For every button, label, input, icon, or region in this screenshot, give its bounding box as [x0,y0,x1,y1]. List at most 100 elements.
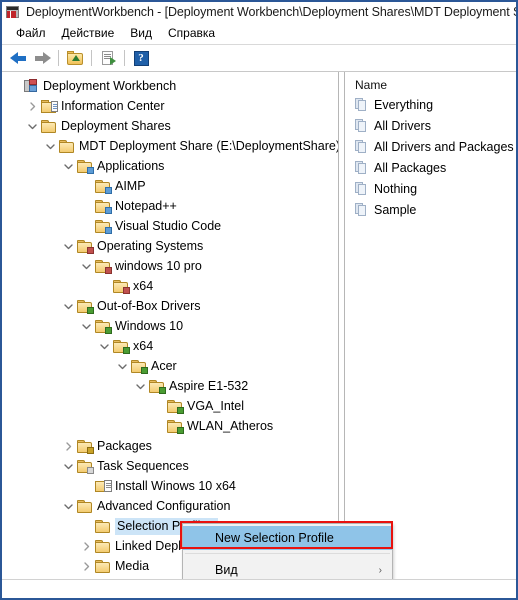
folder-driver-icon [167,419,184,434]
title-bar: DeploymentWorkbench - [Deployment Workbe… [2,2,516,22]
toolbar-separator [91,50,92,66]
list-item-label: Nothing [374,181,418,196]
tree-node[interactable]: x64 [2,336,338,356]
tree-node-label: Task Sequences [97,459,189,473]
folder-apps-icon [77,159,94,174]
tree-expander-expanded[interactable] [132,382,148,391]
tree-expander-collapsed[interactable] [60,441,76,451]
context-menu[interactable]: New Selection ProfileВид›ОбновитьЭкспорт… [182,523,393,579]
folder-icon [95,559,111,573]
menu-item-action[interactable]: Действие [54,24,123,42]
folder-icon [95,539,111,553]
selection-profile-icon [354,140,368,153]
list-item[interactable]: All Drivers and Packages [345,136,516,157]
tree-expander-expanded[interactable] [60,462,76,471]
console-tree[interactable]: Deployment Workbench Information Center De… [2,72,338,579]
menu-item-help[interactable]: Справка [160,24,223,42]
tree-node-label: Operating Systems [97,239,204,253]
tree-node[interactable]: Advanced Configuration [2,496,338,516]
tree-node[interactable]: Applications [2,156,338,176]
status-bar [2,579,516,598]
tree-expander-expanded[interactable] [42,142,58,151]
list-item-label: All Packages [374,160,447,175]
tree-expander-expanded[interactable] [78,322,94,331]
tree-node[interactable]: Install Winows 10 x64 [2,476,338,496]
tree-expander-expanded[interactable] [24,122,40,131]
tree-expander-expanded[interactable] [60,302,76,311]
tree-node[interactable]: x64 [2,276,338,296]
list-item[interactable]: Everything [345,94,516,115]
tree-node[interactable]: AIMP [2,176,338,196]
context-menu-item[interactable]: New Selection Profile [183,526,392,550]
tree-expander-expanded[interactable] [96,342,112,351]
tree-expander-expanded[interactable] [60,502,76,511]
results-pane[interactable]: Name Everything All Drivers All Drivers an… [345,72,516,579]
tree-node[interactable]: Visual Studio Code [2,216,338,236]
pane-splitter[interactable] [338,72,345,579]
toolbar: ? [2,45,516,72]
tree-node[interactable]: Out-of-Box Drivers [2,296,338,316]
tree-node[interactable]: Aspire E1-532 [2,376,338,396]
forward-button[interactable] [30,47,54,69]
selection-profile-icon [354,119,368,132]
tree-node-label: Out-of-Box Drivers [97,299,201,313]
selection-profile-icon [354,161,368,174]
tree-node[interactable]: Packages [2,436,338,456]
folder-package-icon [77,439,94,454]
arrow-right-icon [34,51,51,65]
tree-node[interactable]: Windows 10 [2,316,338,336]
folder-icon [95,519,111,533]
folder-driver-icon [131,359,148,374]
tree-node-label: Advanced Configuration [97,499,231,513]
column-header-name[interactable]: Name [345,76,516,94]
tree-node[interactable]: Notepad++ [2,196,338,216]
selection-profile-icon [354,203,368,216]
folder-os-icon [113,279,130,294]
tree-expander-collapsed[interactable] [78,561,94,571]
export-list-button[interactable] [96,47,120,69]
back-button[interactable] [6,47,30,69]
tree-node-label: Media [115,559,150,573]
folder-driver-icon [149,379,166,394]
folder-os-icon [77,239,94,254]
tree-node-label: Aspire E1-532 [169,379,249,393]
help-icon: ? [133,50,149,66]
tree-expander-collapsed[interactable] [24,101,40,111]
up-one-level-button[interactable] [63,47,87,69]
tree-expander-collapsed[interactable] [78,541,94,551]
tree-node[interactable]: WLAN_Atheros [2,416,338,436]
list-item-label: All Drivers [374,118,431,133]
context-menu-item[interactable]: Вид › [183,557,392,579]
tree-node[interactable]: windows 10 pro [2,256,338,276]
tree-expander-expanded[interactable] [60,242,76,251]
list-item-label: All Drivers and Packages [374,139,514,154]
list-item[interactable]: Nothing [345,178,516,199]
help-button[interactable]: ? [129,47,153,69]
tree-node[interactable]: Deployment Shares [2,116,338,136]
tree-node[interactable]: Acer [2,356,338,376]
tree-node-label: Install Winows 10 x64 [115,479,236,493]
tree-node[interactable]: Task Sequences [2,456,338,476]
chevron-right-icon: › [378,564,382,576]
menu-item-file[interactable]: Файл [8,24,54,42]
list-item-label: Everything [374,97,434,112]
content-panes: Deployment Workbench Information Center De… [2,72,516,579]
tree-node[interactable]: VGA_Intel [2,396,338,416]
tree-expander-expanded[interactable] [60,162,76,171]
tree-node[interactable]: Operating Systems [2,236,338,256]
tree-expander-expanded[interactable] [114,362,130,371]
tree-node[interactable]: Information Center [2,96,338,116]
list-item[interactable]: Sample [345,199,516,220]
folder-share-icon [59,139,75,153]
list-item[interactable]: All Drivers [345,115,516,136]
tree-node[interactable]: Deployment Workbench [2,76,338,96]
tree-expander-expanded[interactable] [78,262,94,271]
menu-item-view[interactable]: Вид [122,24,160,42]
list-item[interactable]: All Packages [345,157,516,178]
tree-node-label: Notepad++ [115,199,177,213]
folder-apps-icon [95,199,112,214]
tree-node[interactable]: MDT Deployment Share (E:\DeploymentShare… [2,136,338,156]
tree-node-label: Visual Studio Code [115,219,222,233]
tree-node-label: x64 [133,279,154,293]
folder-driver-icon [113,339,130,354]
